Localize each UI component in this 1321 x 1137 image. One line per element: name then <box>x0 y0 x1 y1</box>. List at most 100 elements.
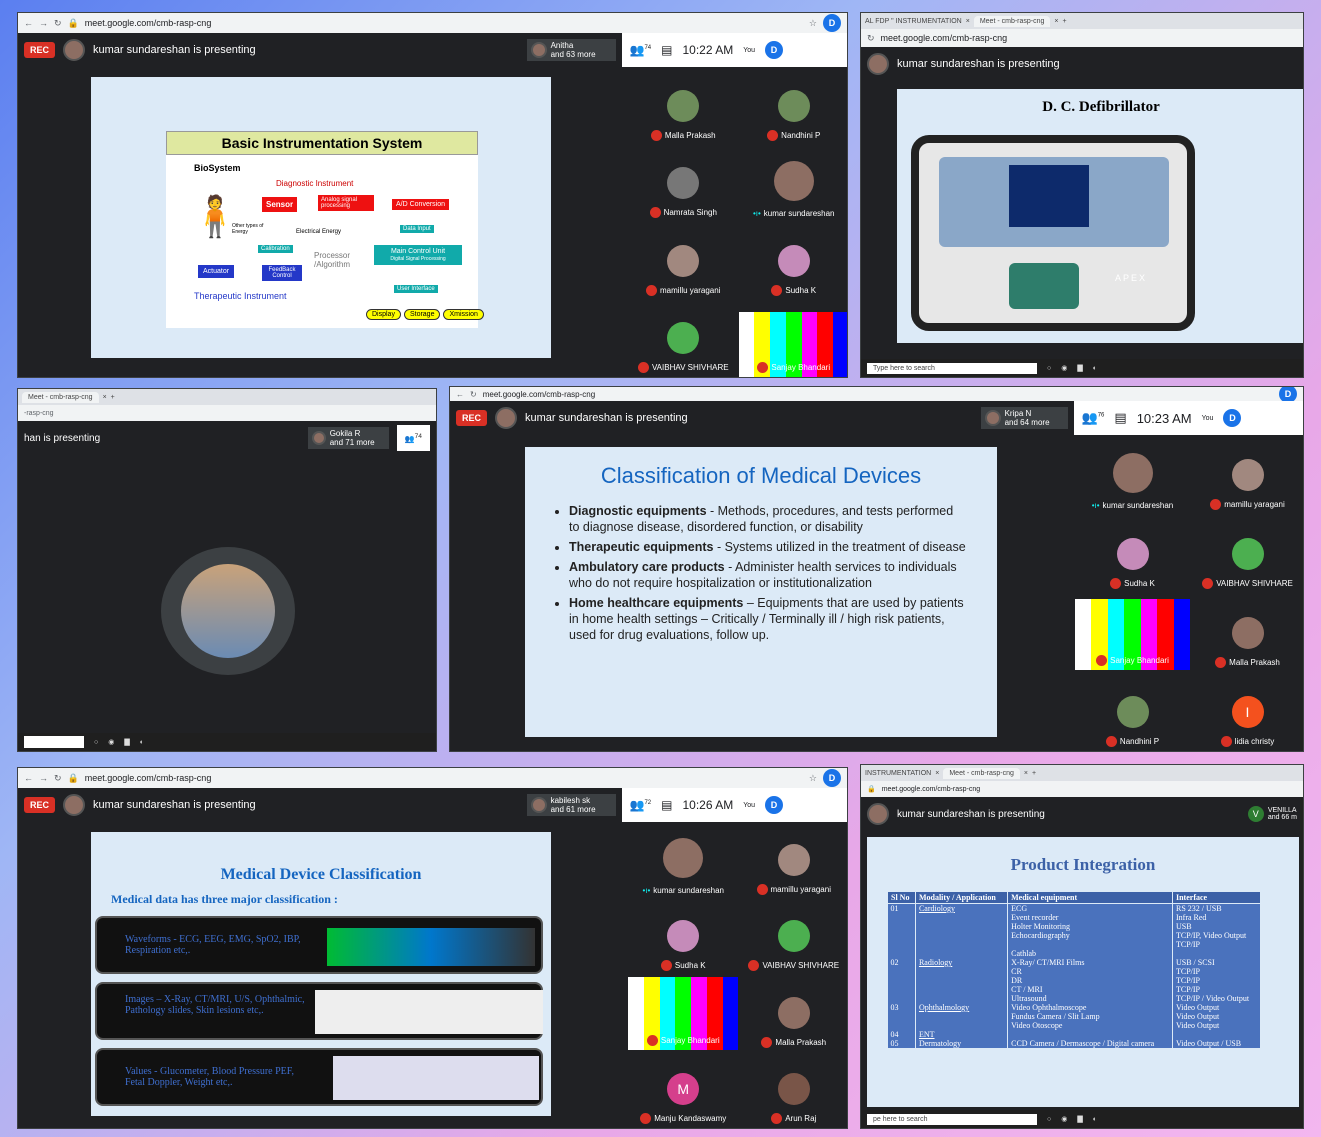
participant-name: mamillu yaragani <box>770 884 831 894</box>
participant-tile[interactable]: •ı• kumar sundareshan <box>739 147 848 225</box>
reload-icon[interactable]: ↻ <box>54 773 62 784</box>
rec-badge: REC <box>24 797 56 813</box>
windows-circle-icon[interactable]: ○ <box>1047 1116 1051 1123</box>
participant-tile[interactable]: VAIBHAV SHIVHARE <box>739 901 848 978</box>
participant-tile[interactable]: Sanjay Bhandari <box>1075 595 1190 674</box>
star-icon[interactable]: ☆ <box>809 18 817 29</box>
speaker-video <box>161 547 295 675</box>
you-label: You <box>1201 414 1214 422</box>
more-participants[interactable]: Kripa Nand 64 more <box>980 407 1068 429</box>
star-icon[interactable]: ☆ <box>809 773 817 784</box>
more-participants[interactable]: V VENILLA and 66 m <box>1247 806 1297 822</box>
tab-1[interactable]: AL FDP " INSTRUMENTATION <box>865 18 962 25</box>
taskbar-search[interactable] <box>24 736 84 748</box>
participant-tile[interactable]: VAIBHAV SHIVHARE <box>1190 516 1303 595</box>
tab-1[interactable]: Meet - cmb-rasp-cng <box>22 391 99 403</box>
taskbar-search[interactable]: pe here to search <box>867 1113 1037 1125</box>
folder-icon[interactable]: ▇ <box>1077 364 1082 372</box>
participant-tile[interactable]: Sudha K <box>628 901 739 978</box>
back-icon[interactable]: ← <box>24 18 33 28</box>
back-icon[interactable]: ← <box>24 773 33 783</box>
participant-tile[interactable]: Malla Prakash <box>628 69 739 147</box>
edge-icon[interactable]: ◐ <box>1093 365 1097 372</box>
close-icon[interactable]: × <box>103 394 107 401</box>
participant-tile[interactable]: M Manju Kandaswamy <box>628 1054 739 1129</box>
close-icon[interactable]: × <box>1024 770 1028 777</box>
participant-tile[interactable]: mamillu yaragani <box>739 824 848 901</box>
tab-1[interactable]: INSTRUMENTATION <box>865 770 931 777</box>
edge-icon[interactable]: ◐ <box>1093 1116 1097 1123</box>
participant-tile[interactable]: Malla Prakash <box>1190 595 1303 674</box>
chrome-icon[interactable]: ◉ <box>108 738 114 746</box>
more-participants[interactable]: kabilesh sk and 61 more <box>526 794 616 816</box>
chrome-icon[interactable]: ◉ <box>1061 1115 1067 1123</box>
participant-tile[interactable]: Sanjay Bhandari <box>738 302 847 377</box>
you-label: You <box>743 46 756 54</box>
people-icon[interactable]: 👥72 <box>630 798 652 812</box>
participant-tile[interactable]: Nandhini P <box>739 69 848 147</box>
participant-tile[interactable]: VAIBHAV SHIVHARE <box>628 302 739 378</box>
participant-tile[interactable]: Sudha K <box>1075 516 1190 595</box>
row-text: Waveforms - ECG, EEG, EMG, SpO2, IBP, Re… <box>125 934 301 956</box>
taskbar-search[interactable]: Type here to search <box>867 362 1037 374</box>
forward-icon[interactable]: → <box>39 18 48 28</box>
back-icon[interactable]: ← <box>456 390 464 399</box>
folder-icon[interactable]: ▇ <box>1077 1115 1082 1123</box>
user-avatar[interactable]: D <box>765 796 784 814</box>
address-bar[interactable]: meet.google.com/cmb-rasp-cng <box>85 18 212 28</box>
reload-icon[interactable]: ↻ <box>54 18 62 29</box>
reload-icon[interactable]: ↻ <box>470 390 477 399</box>
participant-tile[interactable]: Ilidia christy <box>1190 674 1303 751</box>
tab-2[interactable]: Meet - cmb-rasp-cng <box>943 767 1020 779</box>
profile-avatar[interactable]: D <box>823 14 841 32</box>
address-bar[interactable]: meet.google.com/cmb-rasp-cng <box>881 33 1008 43</box>
chrome-icon[interactable]: ◉ <box>1061 364 1067 372</box>
folder-icon[interactable]: ▇ <box>124 738 129 746</box>
sensor-box: Sensor <box>262 197 298 212</box>
clock: 10:26 AM <box>682 798 734 812</box>
close-icon[interactable]: × <box>1054 18 1058 25</box>
participant-tile[interactable]: Nandhini P <box>1075 674 1190 751</box>
windows-circle-icon[interactable]: ○ <box>1047 365 1051 372</box>
user-avatar[interactable]: D <box>765 41 784 59</box>
address-bar[interactable]: meet.google.com/cmb-rasp-cng <box>882 786 980 793</box>
participant-tile[interactable]: mamillu yaragani <box>1190 437 1303 516</box>
new-tab-icon[interactable]: + <box>1032 770 1036 777</box>
extra-name: Anitha <box>550 41 574 50</box>
chat-icon[interactable]: ▤ <box>661 798 672 812</box>
participant-tile[interactable]: Arun Raj <box>739 1054 848 1129</box>
new-tab-icon[interactable]: + <box>1063 18 1067 25</box>
participant-tile[interactable]: mamillu yaragani <box>628 224 739 302</box>
participant-name: Sanjay Bhandari <box>1110 656 1169 665</box>
people-icon[interactable]: 👥76 <box>1082 410 1105 426</box>
participant-tile[interactable]: Malla Prakash <box>739 977 848 1054</box>
bullet-list: Diagnostic equipments - Methods, procedu… <box>555 503 967 643</box>
people-icon[interactable]: 👥74 <box>396 424 430 452</box>
address-bar[interactable]: -rasp-cng <box>24 410 54 417</box>
address-bar[interactable]: meet.google.com/cmb-rasp-cng <box>85 773 212 783</box>
forward-icon[interactable]: → <box>39 773 48 783</box>
reload-icon[interactable]: ↻ <box>867 33 875 44</box>
chat-icon[interactable]: ▤ <box>661 43 672 57</box>
profile-avatar[interactable]: D <box>823 769 841 787</box>
more-participants[interactable]: Gokila Rand 71 more <box>307 427 389 449</box>
tab-2[interactable]: Meet - cmb-rasp-cng <box>973 15 1051 27</box>
new-tab-icon[interactable]: + <box>111 394 115 401</box>
close-icon[interactable]: × <box>935 770 939 777</box>
participant-tile[interactable]: Sanjay Bhandari <box>628 977 739 1054</box>
browser-toolbar: -rasp-cng <box>18 405 436 421</box>
participant-avatar <box>530 42 547 58</box>
close-icon[interactable]: × <box>966 18 970 25</box>
user-avatar[interactable]: D <box>1223 409 1242 427</box>
address-bar[interactable]: meet.google.com/cmb-rasp-cng <box>483 390 596 399</box>
participant-tile[interactable]: •ı• kumar sundareshan <box>628 824 739 901</box>
windows-circle-icon[interactable]: ○ <box>94 739 98 746</box>
meet-window-5: ← → ↻ 🔒 meet.google.com/cmb-rasp-cng ☆ D REC… <box>17 767 848 1129</box>
participant-tile[interactable]: •ı• kumar sundareshan <box>1075 437 1190 516</box>
chat-icon[interactable]: ▤ <box>1114 410 1126 426</box>
participant-tile[interactable]: Sudha K <box>739 224 848 302</box>
people-icon[interactable]: 👥74 <box>630 43 652 57</box>
participant-tile[interactable]: Namrata Singh <box>628 147 739 225</box>
more-participants[interactable]: Anitha and 63 more <box>526 39 616 61</box>
edge-icon[interactable]: ◐ <box>140 739 144 746</box>
